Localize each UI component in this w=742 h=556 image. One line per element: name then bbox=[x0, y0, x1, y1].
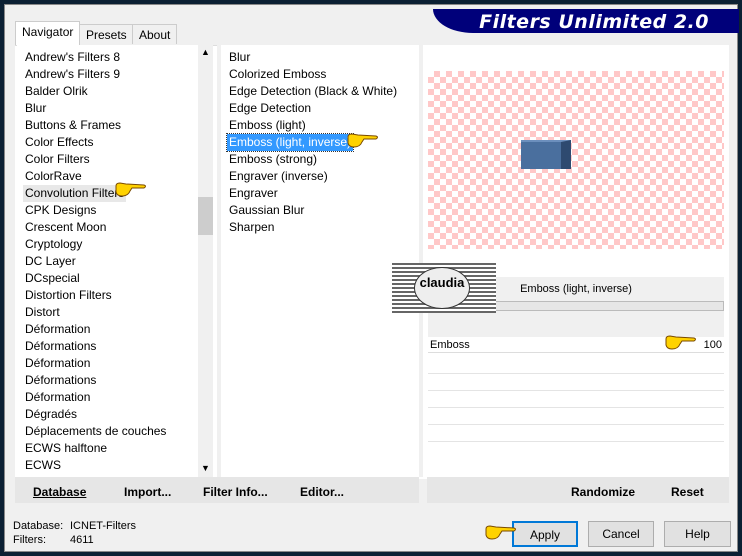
category-item[interactable]: Déformation bbox=[23, 389, 92, 406]
category-item[interactable]: ECWS halftone bbox=[23, 440, 109, 457]
filters-unlimited-window: Filters Unlimited 2.0 Navigator Presets … bbox=[4, 4, 739, 552]
category-item[interactable]: ColorRave bbox=[23, 168, 84, 185]
database-button[interactable]: Database bbox=[33, 485, 86, 499]
category-item[interactable]: Déformation bbox=[23, 355, 92, 372]
param-label: Emboss bbox=[430, 339, 470, 351]
pointing-hand-icon bbox=[347, 133, 378, 148]
filter-item[interactable]: Edge Detection bbox=[227, 100, 313, 117]
help-button[interactable]: Help bbox=[664, 521, 731, 547]
filter-item[interactable]: Gaussian Blur bbox=[227, 202, 306, 219]
reset-button[interactable]: Reset bbox=[671, 485, 704, 499]
watermark-logo: claudia bbox=[392, 263, 496, 313]
filter-item[interactable]: Emboss (light) bbox=[227, 117, 308, 134]
filter-item[interactable]: Edge Detection (Black & White) bbox=[227, 83, 399, 100]
filter-list[interactable]: Blur Colorized Emboss Edge Detection (Blac… bbox=[221, 45, 419, 477]
category-item[interactable]: Color Filters bbox=[23, 151, 92, 168]
category-item[interactable]: Déformations bbox=[23, 372, 98, 389]
param-value[interactable]: 100 bbox=[704, 339, 722, 351]
scroll-up-icon[interactable]: ▲ bbox=[201, 47, 210, 57]
category-item[interactable]: Convolution Filters bbox=[23, 185, 127, 202]
pointing-hand-icon bbox=[485, 525, 516, 540]
category-item[interactable]: Déformation bbox=[23, 321, 92, 338]
apply-button[interactable]: Apply bbox=[512, 521, 578, 547]
filter-item[interactable]: Emboss (light, inverse) bbox=[225, 133, 355, 152]
pointing-hand-icon bbox=[115, 182, 146, 197]
pointing-hand-icon bbox=[665, 335, 696, 350]
app-title-banner: Filters Unlimited 2.0 bbox=[433, 9, 739, 33]
category-item[interactable]: Cryptology bbox=[23, 236, 84, 253]
category-item[interactable]: Dégradés bbox=[23, 406, 79, 423]
watermark-text: claudia bbox=[414, 267, 470, 309]
category-item[interactable]: Distortion Filters bbox=[23, 287, 114, 304]
import-button[interactable]: Import... bbox=[124, 485, 171, 499]
category-item[interactable]: ECWS bbox=[23, 457, 63, 474]
preview-panel: Emboss (light, inverse) Emboss 100 bbox=[423, 45, 729, 477]
category-item[interactable]: Andrew's Filters 8 bbox=[23, 49, 122, 66]
filter-info-button[interactable]: Filter Info... bbox=[203, 485, 268, 499]
status-database-label: Database: bbox=[13, 520, 64, 532]
category-scrollbar[interactable]: ▲ ▼ bbox=[198, 45, 213, 477]
category-item[interactable]: Distort bbox=[23, 304, 62, 321]
category-item[interactable]: Andrew's Filters 9 bbox=[23, 66, 122, 83]
filter-item[interactable]: Colorized Emboss bbox=[227, 66, 328, 83]
category-item[interactable]: CPK Designs bbox=[23, 202, 98, 219]
preview-block bbox=[521, 140, 571, 169]
category-item[interactable]: Color Effects bbox=[23, 134, 95, 151]
editor-button[interactable]: Editor... bbox=[300, 485, 344, 499]
tab-presets[interactable]: Presets bbox=[79, 24, 134, 44]
category-item[interactable]: DC Layer bbox=[23, 253, 78, 270]
scrollbar-thumb[interactable] bbox=[198, 197, 213, 235]
category-item[interactable]: Crescent Moon bbox=[23, 219, 108, 236]
filter-item[interactable]: Emboss (strong) bbox=[227, 151, 319, 168]
cancel-button[interactable]: Cancel bbox=[588, 521, 654, 547]
filter-item[interactable]: Engraver (inverse) bbox=[227, 168, 330, 185]
category-list[interactable]: ▲ ▼ Andrew's Filters 8 Andrew's Filters 9… bbox=[17, 45, 213, 477]
tab-about[interactable]: About bbox=[132, 24, 178, 44]
category-item[interactable]: Balder Olrik bbox=[23, 83, 90, 100]
status-database-value: ICNET-Filters bbox=[70, 520, 136, 532]
tab-navigator[interactable]: Navigator bbox=[15, 21, 81, 45]
preview-image bbox=[428, 71, 724, 249]
category-item[interactable]: Déformations bbox=[23, 338, 98, 355]
status-filters-value: 4611 bbox=[70, 534, 94, 546]
filter-item[interactable]: Engraver bbox=[227, 185, 280, 202]
category-item[interactable]: DCspecial bbox=[23, 270, 82, 287]
category-item[interactable]: Blur bbox=[23, 100, 48, 117]
filter-item[interactable]: Sharpen bbox=[227, 219, 276, 236]
category-item[interactable]: Buttons & Frames bbox=[23, 117, 123, 134]
category-item[interactable]: Déplacements de couches bbox=[23, 423, 168, 440]
randomize-button[interactable]: Randomize bbox=[571, 485, 635, 499]
status-filters-label: Filters: bbox=[13, 534, 46, 546]
scroll-down-icon[interactable]: ▼ bbox=[201, 463, 210, 473]
filter-item[interactable]: Blur bbox=[227, 49, 252, 66]
